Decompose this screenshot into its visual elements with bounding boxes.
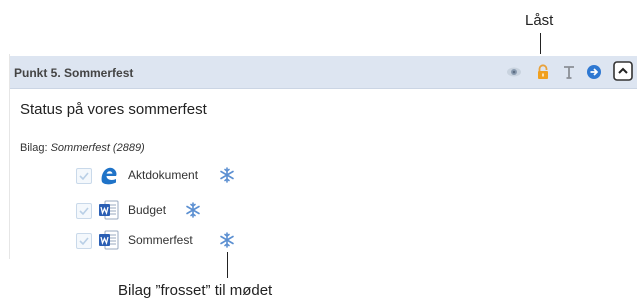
text-font-icon[interactable] xyxy=(561,64,577,80)
attachment-checkbox[interactable] xyxy=(76,168,92,184)
attachment-checkbox[interactable] xyxy=(76,233,92,249)
list-item[interactable]: Sommerfest xyxy=(76,229,336,251)
attachment-checkbox[interactable] xyxy=(76,203,92,219)
edge-document-icon xyxy=(98,164,120,186)
list-item[interactable]: Aktdokument xyxy=(76,166,336,186)
word-document-icon xyxy=(98,199,120,221)
attachments-heading: Bilag: Sommerfest (2889) xyxy=(20,142,145,154)
agenda-item-panel: Punkt 5. Sommerfest Status på vores somm… xyxy=(9,54,637,259)
agenda-item-description: Status på vores sommerfest xyxy=(20,101,207,118)
word-document-icon xyxy=(98,229,120,251)
agenda-item-title: Punkt 5. Sommerfest xyxy=(14,66,134,80)
snowflake-icon xyxy=(185,202,201,218)
attachment-name[interactable]: Sommerfest xyxy=(128,233,193,247)
snowflake-icon xyxy=(219,232,235,248)
snowflake-icon xyxy=(219,167,235,183)
attachments-prefix: Bilag: xyxy=(20,142,51,154)
locked-callout-label: Låst xyxy=(525,12,554,29)
attachment-name[interactable]: Budget xyxy=(128,203,166,217)
agenda-item-header[interactable]: Punkt 5. Sommerfest xyxy=(10,56,637,89)
list-item[interactable]: Budget xyxy=(76,199,336,221)
arrow-right-circle-icon[interactable] xyxy=(586,64,602,80)
lock-icon[interactable] xyxy=(535,64,551,80)
attachment-name[interactable]: Aktdokument xyxy=(128,168,198,182)
collapse-up-icon[interactable] xyxy=(613,61,633,81)
frozen-callout-line xyxy=(227,252,228,278)
eye-icon[interactable] xyxy=(506,64,522,80)
attachments-case: Sommerfest (2889) xyxy=(50,142,145,154)
frozen-callout-label: Bilag ”frosset” til mødet xyxy=(118,282,273,299)
